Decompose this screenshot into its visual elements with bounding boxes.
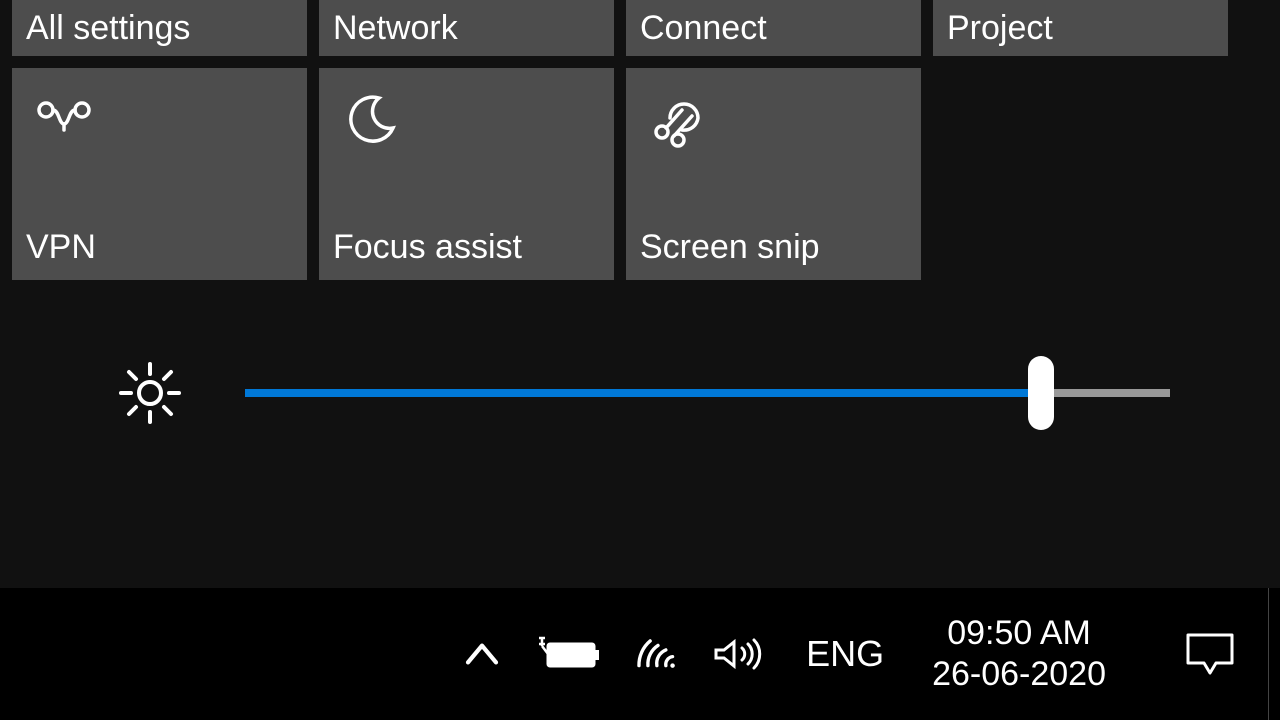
brightness-control [0, 358, 1280, 428]
clock-time: 09:50 AM [947, 613, 1091, 654]
action-center-tiles: All settings Network Connect Project VPN [0, 0, 1280, 280]
brightness-icon [115, 358, 185, 428]
tile-label: Focus assist [333, 227, 600, 268]
tile-all-settings[interactable]: All settings [12, 0, 307, 56]
wifi-icon[interactable] [630, 626, 686, 682]
tile-vpn[interactable]: VPN [12, 68, 307, 280]
volume-icon[interactable] [710, 626, 776, 682]
tile-label: Connect [640, 8, 907, 49]
system-tray: ENG 09:50 AM 26-06-2020 [426, 588, 1152, 720]
show-desktop-button[interactable] [1268, 588, 1280, 720]
brightness-slider[interactable] [245, 389, 1170, 397]
show-hidden-icons-chevron-icon[interactable] [454, 626, 510, 682]
taskbar: ENG 09:50 AM 26-06-2020 [0, 588, 1280, 720]
tile-screen-snip[interactable]: Screen snip [626, 68, 921, 280]
battery-charging-icon[interactable] [534, 626, 606, 682]
slider-fill [245, 389, 1041, 397]
tile-row-2: VPN Focus assist Screen snip [12, 68, 1268, 280]
slider-thumb[interactable] [1028, 356, 1054, 430]
tile-connect[interactable]: Connect [626, 0, 921, 56]
tile-label: Network [333, 8, 600, 49]
language-indicator[interactable]: ENG [800, 633, 890, 675]
tile-project[interactable]: Project [933, 0, 1228, 56]
vpn-icon [34, 90, 94, 150]
tile-label: All settings [26, 8, 293, 49]
clock-date: 26-06-2020 [932, 654, 1106, 695]
tile-focus-assist[interactable]: Focus assist [319, 68, 614, 280]
clock[interactable]: 09:50 AM 26-06-2020 [914, 613, 1124, 695]
tile-label: Project [947, 8, 1214, 49]
screen-snip-icon [648, 90, 708, 150]
moon-icon [341, 90, 401, 150]
tile-row-1: All settings Network Connect Project [12, 0, 1268, 56]
tile-label: VPN [26, 227, 293, 268]
tile-label: Screen snip [640, 227, 907, 268]
action-center-button[interactable] [1152, 588, 1268, 720]
tile-network[interactable]: Network [319, 0, 614, 56]
